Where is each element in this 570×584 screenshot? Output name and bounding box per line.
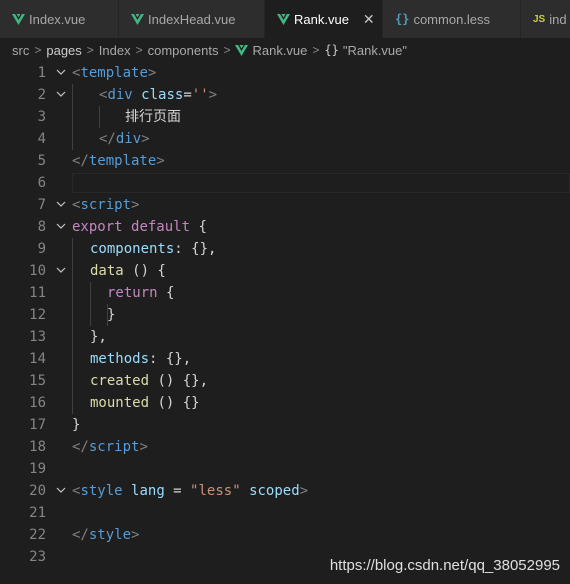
line-number: 1	[37, 65, 46, 81]
chevron-right-icon: >	[34, 43, 42, 57]
chevron-down-icon[interactable]	[54, 260, 68, 282]
code-line: 15 created () {},	[0, 370, 570, 392]
code-editor[interactable]: 1 <template> 2 <div class=''> 3 排行页面 4 <…	[0, 62, 570, 584]
chevron-down-icon[interactable]	[54, 194, 68, 216]
code-line: 19	[0, 458, 570, 480]
line-number: 9	[37, 241, 46, 257]
line-number: 3	[37, 109, 46, 125]
code-line: 7 <script>	[0, 194, 570, 216]
chevron-right-icon: >	[86, 43, 94, 57]
code-line: 17 }	[0, 414, 570, 436]
code-line: 18 </script>	[0, 436, 570, 458]
code-line: 4 </div>	[0, 128, 570, 150]
code-line: 3 排行页面	[0, 106, 570, 128]
chevron-down-icon[interactable]	[54, 62, 68, 84]
code-line: 6	[0, 172, 570, 194]
js-icon: JS	[533, 13, 546, 25]
editor-tab-bar: Index.vue IndexHead.vue Rank.vue ✕ {} co…	[0, 0, 570, 38]
curly-braces-icon: {}	[324, 43, 339, 57]
code-line: 10 data () {	[0, 260, 570, 282]
code-line: 5 </template>	[0, 150, 570, 172]
line-number: 17	[29, 417, 46, 433]
code-line: 11 return {	[0, 282, 570, 304]
tab-label: Rank.vue	[294, 11, 349, 27]
line-number: 23	[29, 549, 46, 565]
vue-icon	[277, 13, 290, 25]
breadcrumb-src[interactable]: src	[12, 43, 29, 58]
breadcrumb-symbol[interactable]: "Rank.vue"	[343, 43, 407, 58]
line-number: 7	[37, 197, 46, 213]
line-number: 19	[29, 461, 46, 477]
line-number: 14	[29, 351, 46, 367]
code-line: 2 <div class=''>	[0, 84, 570, 106]
line-number: 10	[29, 263, 46, 279]
vue-icon	[235, 44, 249, 56]
chevron-down-icon[interactable]	[54, 84, 68, 106]
breadcrumb-components[interactable]: components	[148, 43, 219, 58]
chevron-right-icon: >	[223, 43, 231, 57]
curly-braces-icon: {}	[395, 12, 410, 26]
line-number: 13	[29, 329, 46, 345]
code-line: 13 },	[0, 326, 570, 348]
close-icon[interactable]: ✕	[363, 11, 375, 28]
current-line-highlight	[72, 173, 570, 193]
line-number: 5	[37, 153, 46, 169]
line-number: 22	[29, 527, 46, 543]
tab-indexhead-vue[interactable]: IndexHead.vue	[119, 0, 265, 38]
line-number: 16	[29, 395, 46, 411]
line-number: 2	[37, 87, 46, 103]
code-line: 9 components: {},	[0, 238, 570, 260]
breadcrumb-rank-vue[interactable]: Rank.vue	[252, 43, 307, 58]
breadcrumb-pages[interactable]: pages	[46, 43, 81, 58]
line-number: 15	[29, 373, 46, 389]
line-number: 6	[37, 175, 46, 191]
vue-icon	[131, 13, 144, 25]
tab-index-vue[interactable]: Index.vue	[0, 0, 119, 38]
code-line: 1 <template>	[0, 62, 570, 84]
tab-common-less[interactable]: {} common.less	[383, 0, 521, 38]
chevron-down-icon[interactable]	[54, 216, 68, 238]
vue-icon	[12, 13, 25, 25]
chevron-right-icon: >	[312, 43, 320, 57]
code-line: 22 </style>	[0, 524, 570, 546]
code-line: 16 mounted () {}	[0, 392, 570, 414]
line-number: 21	[29, 505, 46, 521]
breadcrumb-index[interactable]: Index	[99, 43, 131, 58]
code-line: 12 }	[0, 304, 570, 326]
tab-label: IndexHead.vue	[148, 11, 236, 27]
code-line: 20 <style lang = "less" scoped>	[0, 480, 570, 502]
tab-label: Index.vue	[29, 11, 86, 27]
tab-label: ind	[549, 11, 567, 27]
line-number: 20	[29, 483, 46, 499]
line-number: 4	[37, 131, 46, 147]
watermark: https://blog.csdn.net/qq_38052995	[329, 557, 560, 574]
line-number: 12	[29, 307, 46, 323]
chevron-right-icon: >	[135, 43, 143, 57]
breadcrumb: src > pages > Index > components > Rank.…	[0, 38, 570, 62]
code-line: 8 export default {	[0, 216, 570, 238]
tab-label: common.less	[413, 11, 491, 27]
tab-rank-vue[interactable]: Rank.vue ✕	[265, 0, 383, 38]
line-number: 11	[29, 285, 46, 301]
code-line: 21	[0, 502, 570, 524]
line-number: 8	[37, 219, 46, 235]
code-line: 14 methods: {},	[0, 348, 570, 370]
chevron-down-icon[interactable]	[54, 480, 68, 502]
line-number: 18	[29, 439, 46, 455]
tab-ind[interactable]: JS ind	[521, 0, 570, 38]
